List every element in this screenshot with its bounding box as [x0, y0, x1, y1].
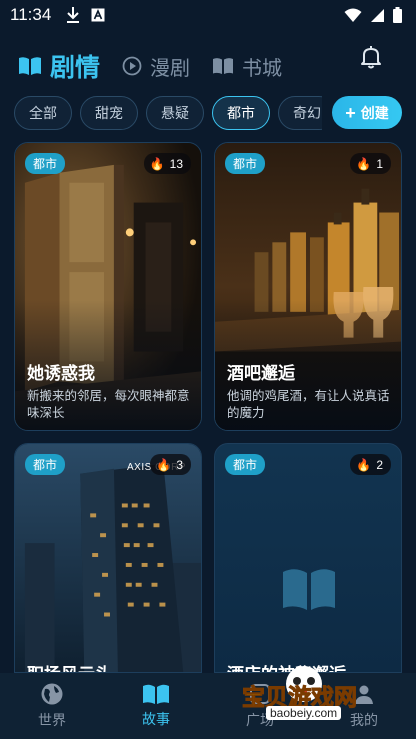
card-title: 职场风云头	[27, 660, 112, 672]
nav-item-square[interactable]: 广场	[208, 673, 312, 739]
tab-bookstore[interactable]: 书城	[212, 52, 282, 81]
status-bar: 11:34	[0, 0, 416, 30]
category-chip-urban[interactable]: 都市	[212, 96, 270, 130]
card-description: 他调的鸡尾酒，有让人说真话的魔力	[227, 388, 390, 420]
story-card[interactable]: AXIS CORP 都市 🔥 3 职场风云头	[14, 443, 202, 673]
tab-comic-drama[interactable]: 漫剧	[122, 52, 190, 81]
tab-story-label: 剧情	[50, 54, 101, 82]
signal-icon	[371, 8, 384, 22]
card-cover-image	[15, 444, 201, 672]
heat-badge: 🔥 3	[150, 454, 191, 475]
bottom-navigation: 世界 故事 广场 我的	[0, 673, 416, 739]
bell-icon[interactable]	[358, 44, 384, 70]
heat-badge: 🔥 13	[143, 153, 191, 174]
globe-icon	[41, 683, 63, 705]
card-title: 她诱惑我	[27, 364, 95, 384]
genre-tag: 都市	[225, 153, 266, 174]
card-title: 酒吧邂逅	[227, 364, 295, 384]
flame-icon: 🔥	[356, 457, 372, 472]
heat-badge: 🔥 1	[350, 153, 391, 174]
nav-item-world-label: 世界	[38, 712, 66, 728]
category-filter-bar: 全部 甜宠 悬疑 都市 奇幻 + 创建	[0, 95, 416, 131]
flame-icon: 🔥	[356, 156, 372, 171]
card-description: 新搬来的邻居，每次眼神都意味深长	[27, 388, 190, 420]
wifi-icon	[344, 8, 362, 22]
category-chip-sweet[interactable]: 甜宠	[80, 96, 138, 130]
genre-tag: 都市	[225, 454, 266, 475]
book-icon	[213, 58, 234, 74]
download-icon	[67, 7, 80, 23]
create-button[interactable]: + 创建	[332, 96, 402, 129]
tab-story[interactable]: 剧情	[18, 48, 100, 84]
nav-item-story[interactable]: 故事	[104, 673, 208, 739]
nav-item-profile[interactable]: 我的	[312, 673, 416, 739]
category-chip-suspense[interactable]: 悬疑	[146, 96, 204, 130]
nav-item-story-label: 故事	[142, 711, 170, 727]
top-tab-bar: 剧情 漫剧 书城	[0, 44, 416, 88]
open-book-icon	[19, 57, 41, 75]
heat-count: 3	[176, 457, 183, 472]
square-icon	[250, 684, 270, 704]
story-card[interactable]: 都市 🔥 1 酒吧邂逅 他调的鸡尾酒，有让人说真话的魔力	[214, 142, 402, 431]
category-chip-fantasy[interactable]: 奇幻	[278, 96, 322, 130]
tab-comic-drama-label: 漫剧	[150, 57, 191, 80]
heat-count: 13	[169, 156, 183, 171]
nav-item-world[interactable]: 世界	[0, 673, 104, 739]
category-chip-all[interactable]: 全部	[14, 96, 72, 130]
battery-icon	[393, 7, 402, 23]
story-card[interactable]: 都市 🔥 13 她诱惑我 新搬来的邻居，每次眼神都意味深长	[14, 142, 202, 431]
heat-badge: 🔥 2	[350, 454, 391, 475]
card-title: 酒店的神秘邂逅	[227, 660, 346, 672]
story-card[interactable]: 都市 🔥 2 酒店的神秘邂逅	[214, 443, 402, 673]
status-time: 11:34	[10, 5, 52, 24]
nav-item-square-label: 广场	[246, 712, 274, 728]
open-book-icon	[143, 684, 169, 704]
book-placeholder-icon	[283, 569, 335, 610]
play-circle-icon	[122, 56, 142, 76]
genre-tag: 都市	[25, 454, 66, 475]
tab-bookstore-label: 书城	[242, 57, 283, 80]
nav-item-profile-label: 我的	[350, 712, 378, 728]
flame-icon: 🔥	[156, 457, 172, 472]
heat-count: 1	[376, 156, 383, 171]
plus-icon: +	[345, 102, 356, 123]
genre-tag: 都市	[25, 153, 66, 174]
category-scroll[interactable]: 全部 甜宠 悬疑 都市 奇幻	[0, 96, 322, 130]
app-notification-icon	[91, 8, 105, 22]
flame-icon: 🔥	[149, 156, 165, 171]
user-icon	[355, 685, 373, 704]
heat-count: 2	[376, 457, 383, 472]
create-button-label: 创建	[360, 104, 389, 121]
